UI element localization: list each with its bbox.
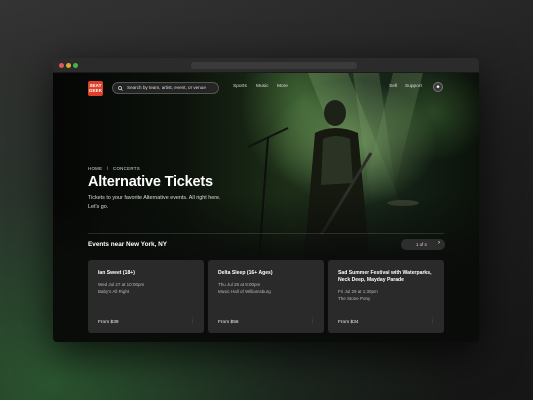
event-price: From $34	[338, 320, 359, 325]
breadcrumb-concerts[interactable]: CONCERTS	[113, 166, 140, 171]
search-icon	[118, 86, 123, 91]
user-icon[interactable]: ☻	[433, 82, 443, 92]
breadcrumb: HOME / CONCERTS	[88, 166, 140, 171]
close-window-button[interactable]	[59, 63, 64, 68]
browser-titlebar	[53, 58, 479, 73]
more-options-icon[interactable]: ⋮	[430, 318, 435, 324]
seatgeek-logo[interactable]: SEAT GEEK	[88, 81, 103, 96]
page-title: Alternative Tickets	[88, 174, 213, 190]
event-price: From $56	[218, 320, 239, 325]
event-venue: The Stone Pony	[338, 296, 371, 301]
maximize-window-button[interactable]	[73, 63, 78, 68]
nav-link-sell[interactable]: Sell	[389, 84, 397, 89]
more-options-icon[interactable]: ⋮	[310, 318, 315, 324]
event-title: Delta Sleep (16+ Ages)	[218, 270, 273, 276]
events-section-title: Events near New York, NY	[88, 241, 167, 248]
address-bar[interactable]	[191, 62, 357, 69]
event-venue: Baby's All Right	[98, 289, 130, 294]
search-placeholder: Search by team, artist, event, or venue	[127, 85, 206, 90]
event-date: Wed Jul 27 at 10:00pm	[98, 282, 145, 287]
nav-link-support[interactable]: Support	[405, 84, 422, 89]
minimize-window-button[interactable]	[66, 63, 71, 68]
nav-link-more[interactable]: More	[277, 84, 288, 89]
event-title: Ian Sweet (18+)	[98, 270, 135, 276]
top-navigation: SEAT GEEK Search by team, artist, event, …	[53, 81, 479, 97]
nav-link-sports[interactable]: Sports	[233, 84, 247, 89]
events-pager: 1 of 4 ›	[401, 239, 445, 250]
pager-count: 1 of 4	[416, 242, 427, 247]
section-divider	[88, 233, 444, 234]
event-card[interactable]: Sad Summer Festival with Waterparks, Nec…	[328, 260, 444, 333]
event-date: Thu Jul 28 at 8:00pm	[218, 282, 261, 287]
search-input[interactable]: Search by team, artist, event, or venue	[112, 82, 219, 94]
page-subtitle: Tickets to your favorite Alternative eve…	[88, 195, 221, 210]
breadcrumb-home[interactable]: HOME	[88, 166, 102, 171]
event-title: Sad Summer Festival with Waterparks, Nec…	[338, 270, 432, 283]
nav-link-music[interactable]: Music	[256, 84, 269, 89]
event-date: Fri Jul 29 at 1:30pm	[338, 289, 378, 294]
event-card[interactable]: Delta Sleep (16+ Ages) Thu Jul 28 at 8:0…	[208, 260, 324, 333]
browser-window: SEAT GEEK Search by team, artist, event, …	[53, 58, 479, 342]
event-venue: Music Hall of Williamsburg	[218, 289, 271, 294]
more-options-icon[interactable]: ⋮	[190, 318, 195, 324]
event-card[interactable]: Ian Sweet (18+) Wed Jul 27 at 10:00pm Ba…	[88, 260, 204, 333]
page-content: SEAT GEEK Search by team, artist, event, …	[53, 73, 479, 342]
breadcrumb-separator: /	[106, 166, 109, 171]
event-price: From $39	[98, 320, 119, 325]
chevron-right-icon[interactable]: ›	[438, 240, 440, 246]
